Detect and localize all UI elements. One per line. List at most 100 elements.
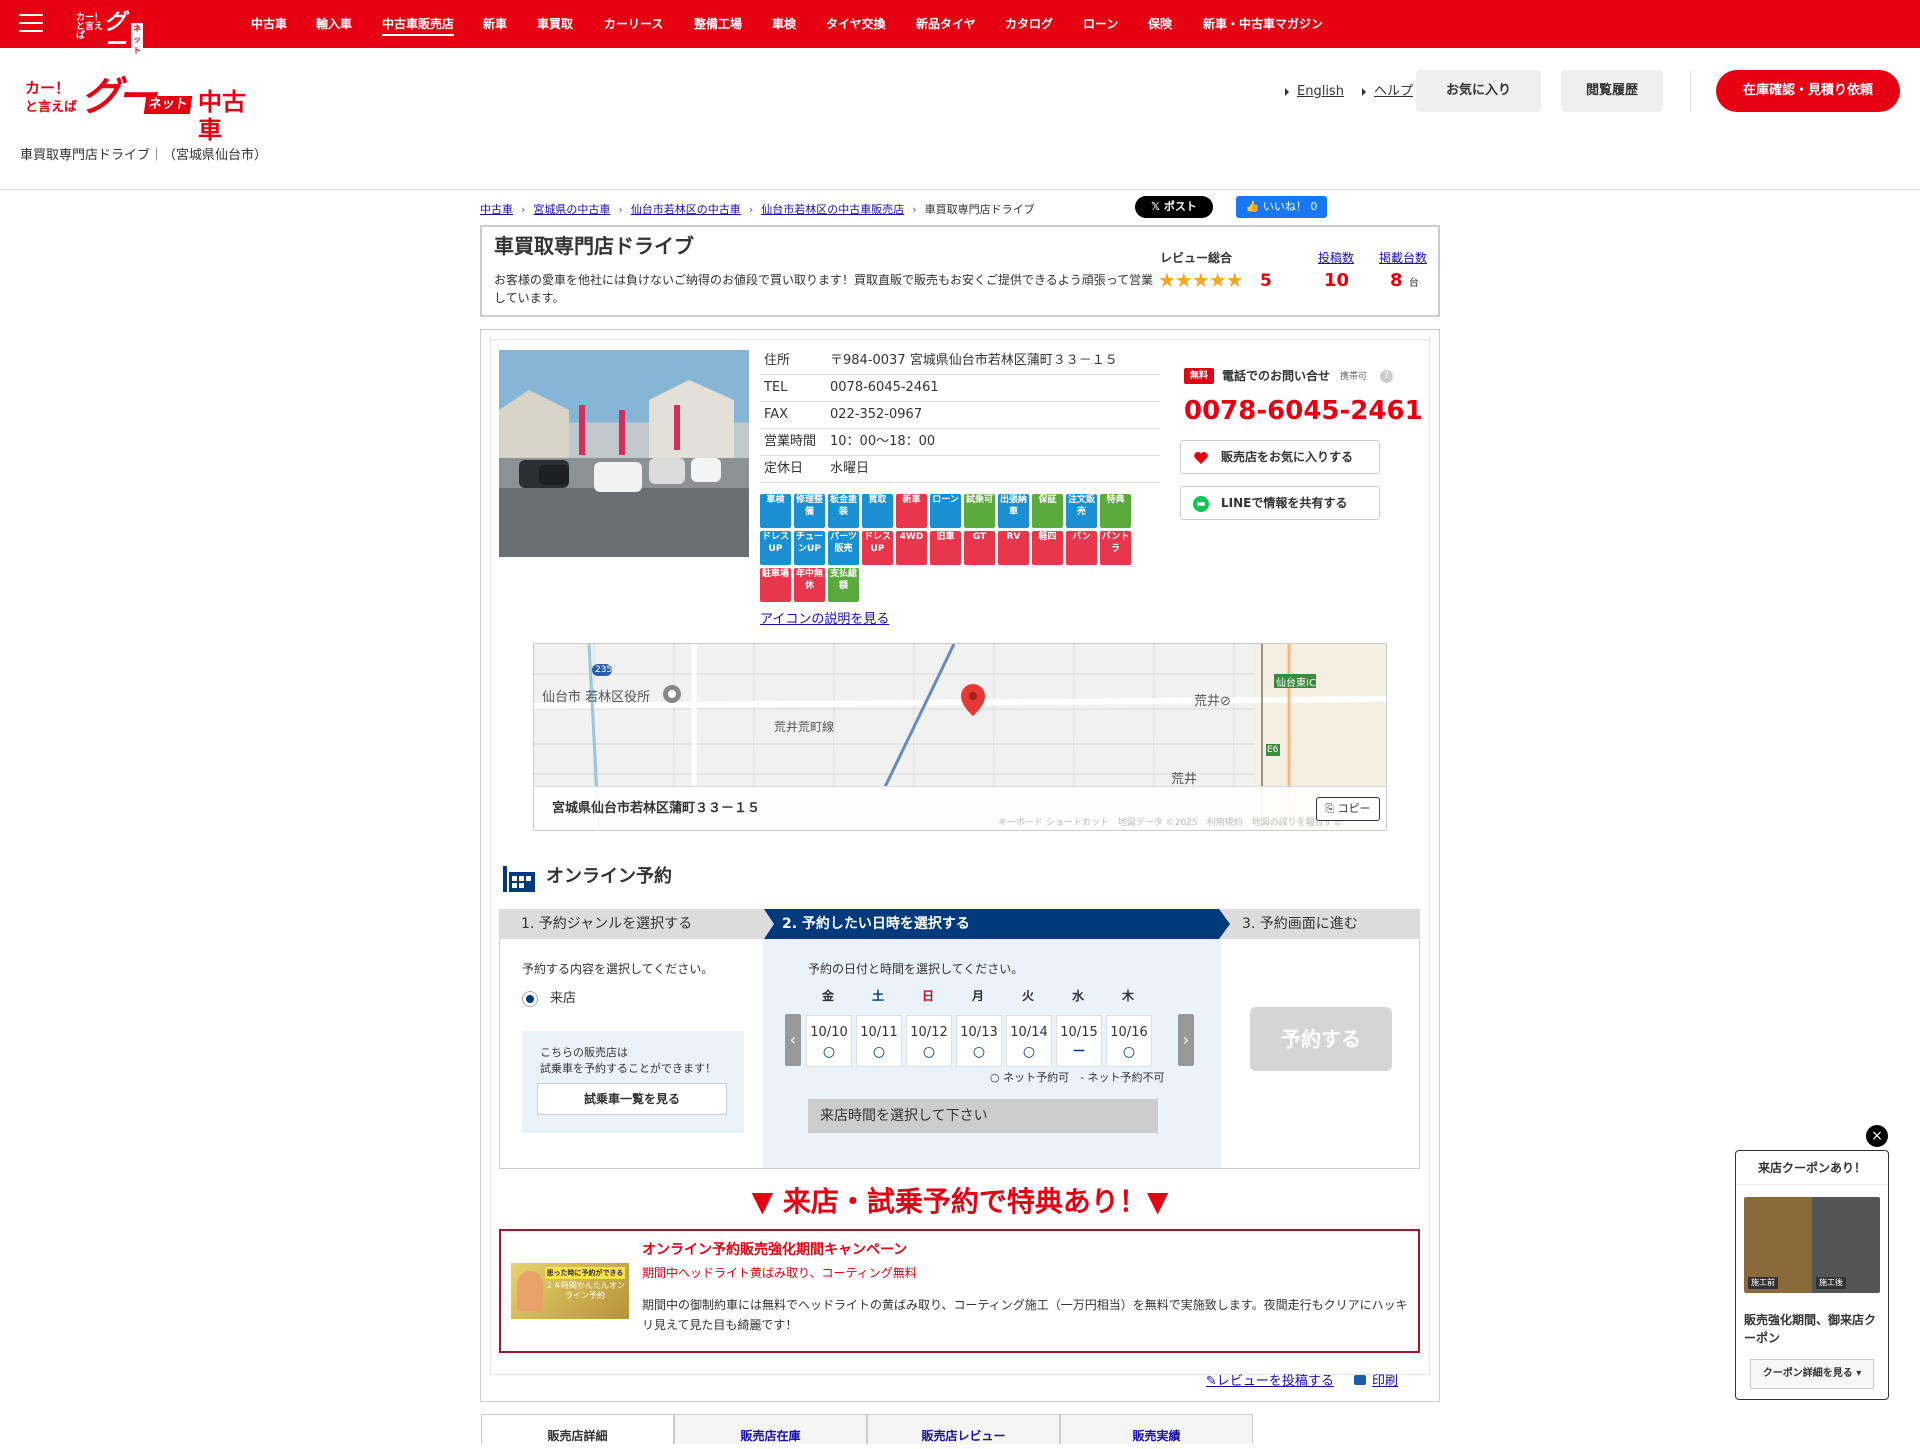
help-link[interactable]: ヘルプ (1361, 84, 1413, 100)
mascot-image (517, 1271, 543, 1311)
free-badge: 無料 (1184, 368, 1214, 384)
line-share-button[interactable]: LINEで情報を共有する (1180, 486, 1380, 520)
service-icon: 修理整備 (794, 494, 825, 528)
nav-item-11[interactable]: ローン (1083, 16, 1118, 32)
next-week-arrow-icon[interactable]: › (1178, 1014, 1194, 1066)
coupon-title: 来店クーポンあり！ (1736, 1151, 1888, 1185)
inquiry-button[interactable]: 在庫確認・見積り依頼 (1716, 70, 1900, 112)
step-1: 1. 予約ジャンルを選択する (521, 916, 693, 932)
service-icon: 支払総額 (828, 568, 859, 602)
breadcrumb-separator-icon: › (912, 203, 917, 216)
nav-item-10[interactable]: カタログ (1005, 16, 1053, 32)
line-icon (1193, 496, 1209, 512)
top-nav-bar: カー！と言えば グー ネット 中古車 輸入車 中古車販売店 新車 車買取 カーリース 整備工… (0, 0, 1920, 56)
availability-mark: ○ (1122, 1044, 1136, 1060)
breadcrumb-item[interactable]: 中古車 (480, 203, 513, 216)
shop-info-table: 住所 〒984-0037 宮城県仙台市若林区蒲町３３－１５ TEL 0078-6045… (760, 348, 1160, 483)
nav-item-0[interactable]: 中古車 (251, 16, 287, 32)
favorite-shop-button[interactable]: 販売店をお気に入りする (1180, 440, 1380, 474)
listing-link[interactable]: 掲載台数 (1379, 251, 1427, 265)
breadcrumb-separator-icon: › (521, 203, 526, 216)
phone-number[interactable]: 0078-6045-2461 (1184, 396, 1423, 426)
breadcrumb-item[interactable]: 仙台市若林区の中古車 (631, 203, 741, 216)
printer-icon (1354, 1375, 1366, 1385)
online-reservation-title: オンライン予約 (546, 866, 672, 887)
date-label: 10/12 (910, 1025, 948, 1040)
nav-item-12[interactable]: 保険 (1148, 16, 1172, 32)
date-cell[interactable]: 10/10 ○ (806, 1015, 852, 1067)
copy-address-button[interactable]: ⎘ コピー (1316, 797, 1380, 821)
favorite-shop-label: 販売店をお気に入りする (1221, 450, 1354, 464)
coupon-detail-button[interactable]: クーポン詳細を見る ▾ (1750, 1359, 1874, 1389)
service-icon: 出張納車 (998, 494, 1029, 528)
nav-item-2[interactable]: 中古車販売店 (382, 16, 455, 36)
english-link[interactable]: English (1285, 84, 1344, 100)
visit-radio-label[interactable]: 来店 (550, 991, 576, 1007)
visit-time-select[interactable]: 来店時間を選択して下さい (808, 1099, 1158, 1133)
date-label: 10/13 (960, 1025, 998, 1040)
date-cell[interactable]: 10/15 － (1056, 1015, 1102, 1067)
post-review-link[interactable]: ✎レビューを投稿する (1206, 1374, 1334, 1390)
weekday-label: 土 (871, 989, 884, 1003)
promo-banner: ▼ 来店・試乗予約で特典あり！▼ (751, 1185, 1169, 1218)
icon-description-link[interactable]: アイコンの説明を見る (760, 612, 889, 628)
reserve-button[interactable]: 予約する (1250, 1007, 1392, 1071)
test-drive-note: こちらの販売店は 試乗車を予約することができます！ (540, 1045, 716, 1077)
date-prompt: 予約の日付と時間を選択してください。 (808, 962, 1024, 976)
service-icon: 年中無休 (794, 568, 825, 602)
date-cell[interactable]: 10/13 ○ (956, 1015, 1002, 1067)
date-label: 10/14 (1010, 1025, 1048, 1040)
nav-item-8[interactable]: タイヤ交換 (826, 16, 886, 32)
logo-goo: グー (81, 74, 157, 120)
nav-item-5[interactable]: カーリース (604, 16, 663, 32)
info-key: 営業時間 (760, 428, 830, 456)
service-icon: GT (964, 531, 995, 565)
close-coupon-icon[interactable]: × (1866, 1125, 1888, 1147)
service-icon: RV (998, 531, 1029, 565)
breadcrumb-item[interactable]: 宮城県の中古車 (533, 203, 610, 216)
map-label-ward-office: 仙台市 若林区役所 (542, 690, 651, 705)
weekday-label: 日 (921, 989, 934, 1003)
map-label-arai: 荒井 (1171, 772, 1198, 787)
date-cell[interactable]: 10/11 ○ (856, 1015, 902, 1067)
service-icon: バントラ (1100, 531, 1131, 565)
info-row: 定休日 水曜日 (760, 455, 1160, 483)
nav-item-13[interactable]: 新車・中古車マガジン (1203, 16, 1323, 32)
mobile-ok-label: 携帯可 (1340, 372, 1368, 382)
nav-item-9[interactable]: 新品タイヤ (916, 16, 976, 32)
site-logo[interactable]: カー！ と言えば グー ネット 中古車 (25, 76, 265, 144)
help-question-icon[interactable]: ? (1380, 370, 1393, 383)
service-icon: 4WD (896, 531, 927, 565)
nav-item-3[interactable]: 新車 (483, 16, 507, 32)
map-address: 宮城県仙台市若林区蒲町３３－１５ (552, 801, 761, 816)
nav-item-7[interactable]: 車検 (772, 16, 796, 32)
prev-week-arrow-icon[interactable]: ‹ (785, 1014, 801, 1066)
date-label: 10/16 (1110, 1025, 1148, 1040)
nav-item-1[interactable]: 輸入車 (316, 16, 352, 32)
date-cell[interactable]: 10/12 ○ (906, 1015, 952, 1067)
service-icon: 特典 (1100, 494, 1131, 528)
date-picker: 予約の日付と時間を選択してください。 ‹ › 金土日月火水木 10/10 ○ 10/… (763, 939, 1221, 1168)
copy-label: コピー (1337, 802, 1371, 815)
date-cell[interactable]: 10/14 ○ (1006, 1015, 1052, 1067)
info-key: 定休日 (760, 455, 830, 483)
favorites-button[interactable]: お気に入り (1416, 70, 1541, 112)
logo-net: ネット (131, 23, 143, 56)
nav-item-4[interactable]: 車買取 (537, 16, 573, 32)
visit-radio[interactable] (522, 991, 538, 1007)
availability-mark: ○ (822, 1044, 836, 1060)
nav-item-6[interactable]: 整備工場 (694, 16, 742, 32)
test-drive-list-button[interactable]: 試乗車一覧を見る (537, 1083, 727, 1115)
shop-map[interactable]: 仙台市 若林区役所 荒井荒町線 荒井⊘ 荒井 仙台東IC 235 E6 宮城県仙… (533, 643, 1387, 831)
service-icon: チューンUP (794, 531, 825, 565)
shop-photo[interactable] (499, 350, 749, 557)
facebook-like-button[interactable]: 👍 いいね！ 0 (1236, 196, 1327, 218)
date-cell[interactable]: 10/16 ○ (1106, 1015, 1152, 1067)
print-link[interactable]: 印刷 (1354, 1374, 1398, 1390)
x-post-button[interactable]: 𝕏 ポスト (1135, 196, 1213, 218)
breadcrumb-item[interactable]: 仙台市若林区の中古車販売店 (761, 203, 904, 216)
posts-link[interactable]: 投稿数 (1318, 251, 1354, 265)
hamburger-menu-icon[interactable] (19, 14, 43, 34)
test-drive-box: こちらの販売店は 試乗車を予約することができます！ 試乗車一覧を見る (522, 1031, 744, 1133)
history-button[interactable]: 閲覧履歴 (1561, 70, 1663, 112)
